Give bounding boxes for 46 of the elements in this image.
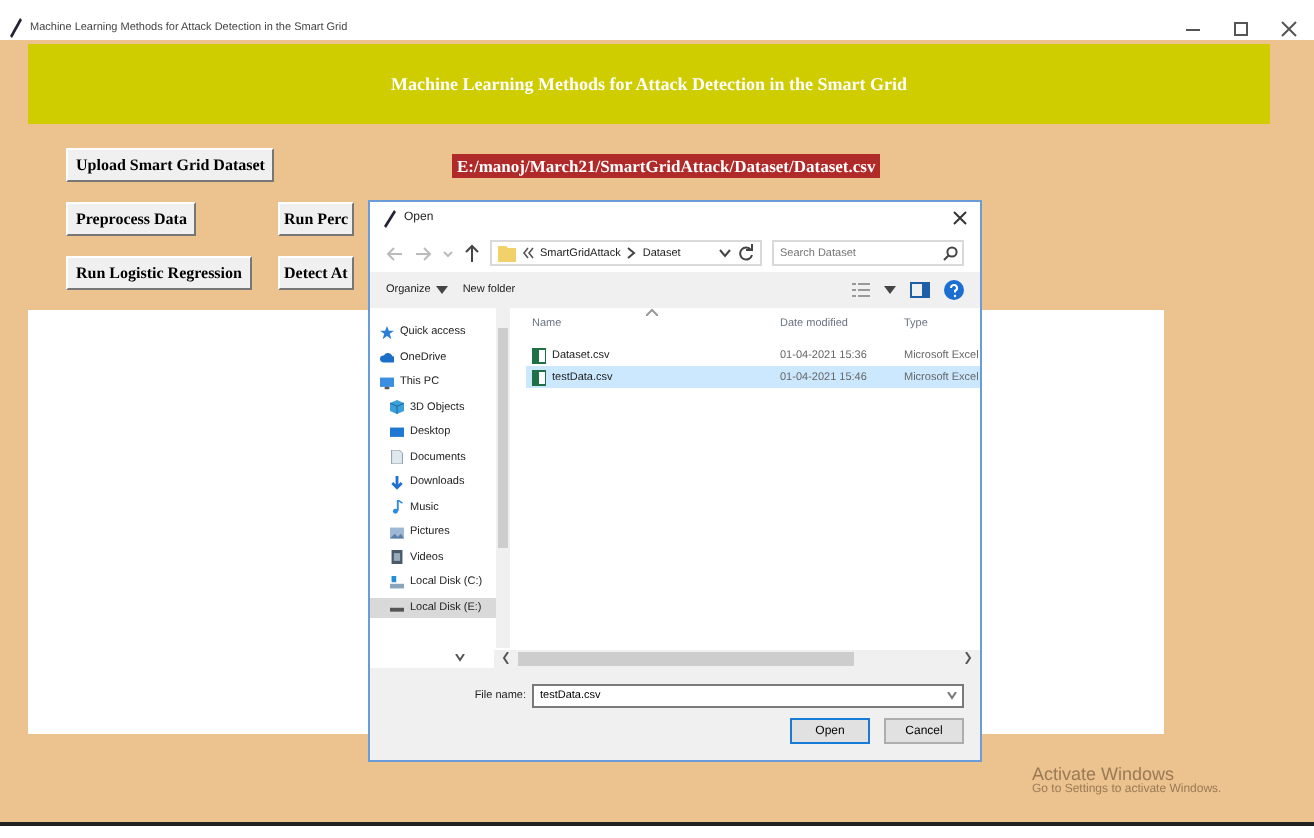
app-heading: Machine Learning Methods for Attack Detection in the Smart Grid [390, 74, 908, 94]
computer-icon [380, 375, 394, 389]
forward-icon [414, 245, 432, 261]
refresh-icon [738, 244, 754, 262]
action-button[interactable]: Detect At [278, 256, 354, 290]
folder-icon [498, 244, 516, 262]
help-icon [944, 280, 964, 300]
search-icon [942, 245, 958, 261]
sort-icon [646, 308, 658, 316]
chevron-down-icon [454, 654, 466, 662]
up-icon [464, 244, 480, 262]
view-icon [852, 282, 870, 298]
picture-icon [390, 525, 404, 539]
caret-icon [884, 286, 896, 294]
activation-notice: Activate Windows [1032, 764, 1175, 784]
scrollbar[interactable] [496, 308, 510, 648]
maximize-icon [1232, 19, 1250, 37]
star-icon [380, 325, 394, 339]
cube-icon [390, 400, 404, 414]
overflow-icon [522, 246, 534, 260]
desktop-icon [390, 425, 404, 439]
action-button[interactable]: Run Logistic Regression [66, 256, 252, 290]
chevron-right-icon [964, 652, 972, 664]
cloud-icon [380, 350, 394, 364]
chevron-icon [626, 246, 637, 260]
dropdown-icon [946, 692, 958, 700]
film-icon [390, 550, 404, 564]
spreadsheet-icon [532, 347, 546, 363]
file-path-label: E:/manoj/March21/SmartGridAttack/Dataset/Dataset.csv [452, 153, 880, 177]
spreadsheet-icon [532, 369, 546, 385]
download-icon [390, 475, 404, 489]
chevron-left-icon [502, 652, 510, 664]
close-icon [1280, 19, 1298, 37]
music-note-icon [390, 500, 404, 514]
action-button[interactable]: Run Perc [278, 202, 355, 236]
preview-pane-icon [910, 282, 930, 298]
back-icon [386, 245, 404, 261]
action-button[interactable]: Preprocess Data [66, 202, 197, 236]
document-icon [390, 450, 404, 464]
caret-icon [436, 286, 449, 294]
caret-icon [442, 245, 454, 261]
action-button[interactable]: Upload Smart Grid Dataset [66, 148, 275, 182]
drive-icon [390, 575, 404, 589]
dropdown-icon [718, 248, 732, 258]
close-icon [952, 210, 968, 226]
scrollbar[interactable] [494, 649, 980, 667]
